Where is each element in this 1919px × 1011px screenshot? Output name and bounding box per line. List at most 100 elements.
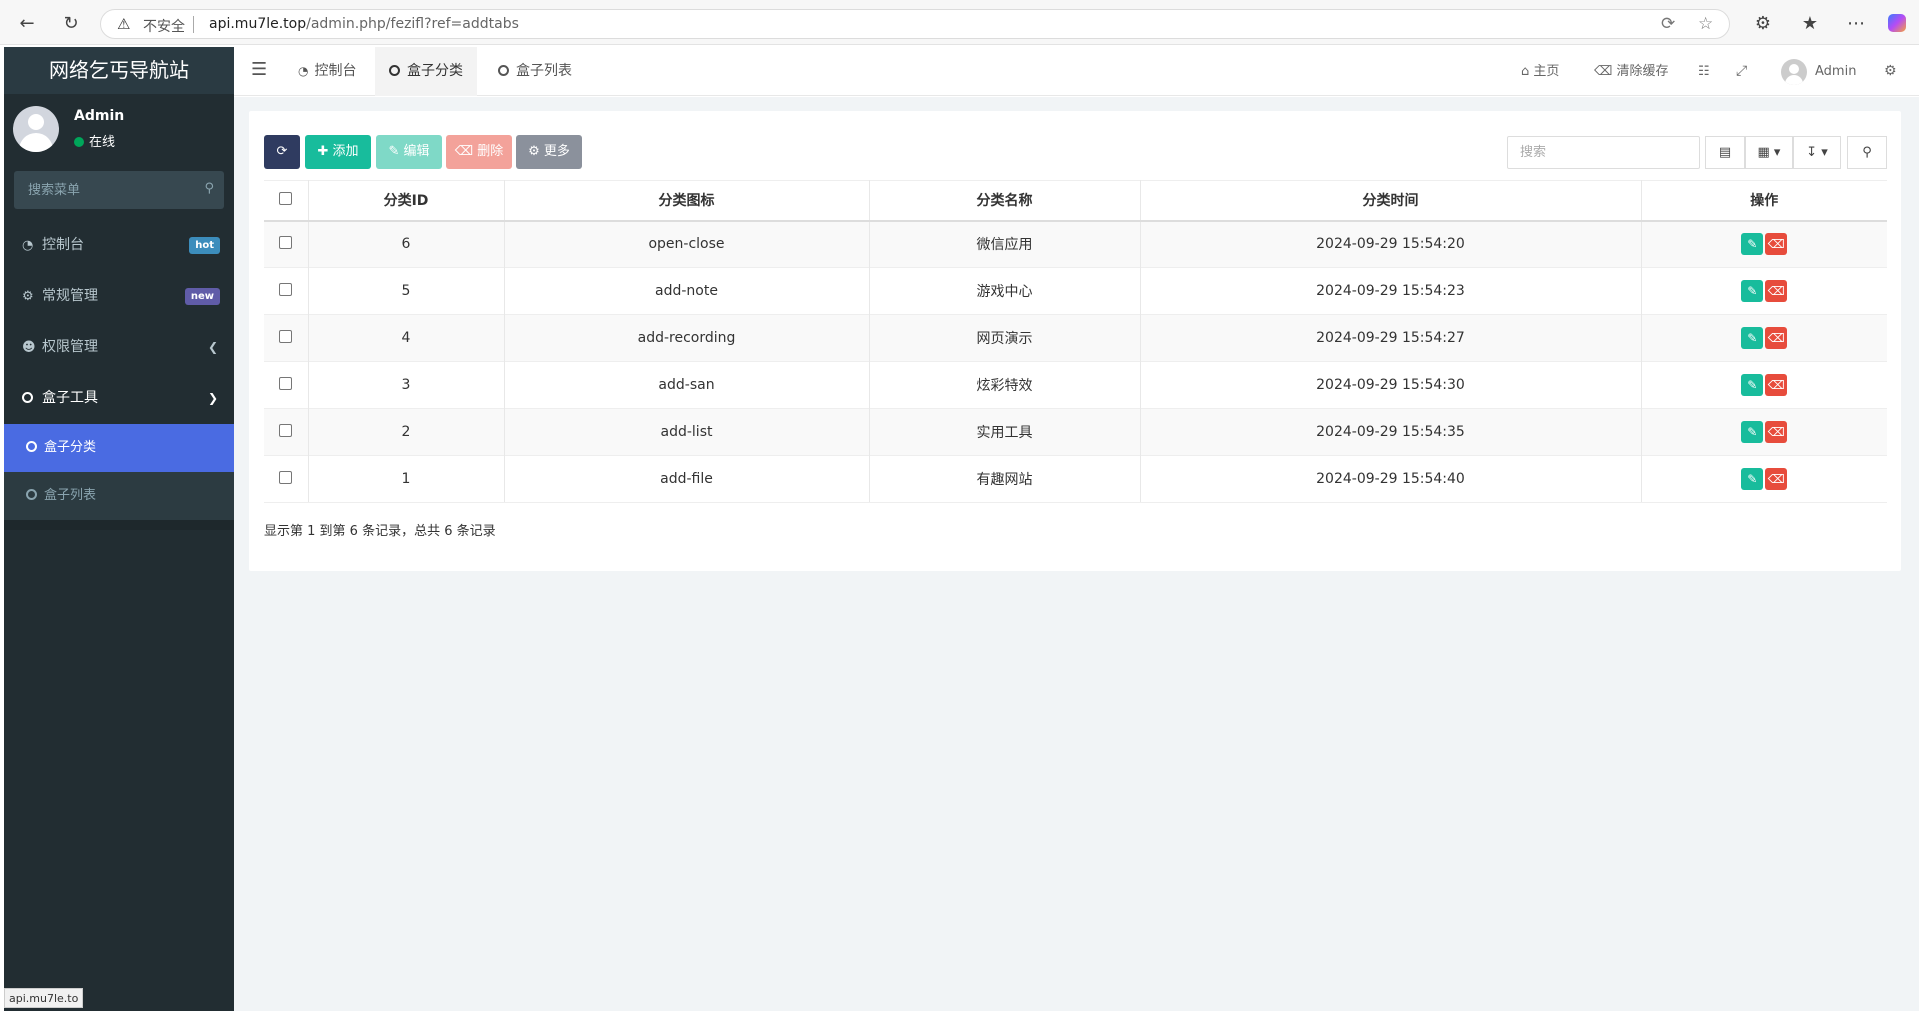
extensions-icon[interactable]: ⚙ <box>1750 10 1776 36</box>
chevron-left-icon: ❮ <box>207 340 218 354</box>
cell-icon: add-san <box>504 361 870 409</box>
delete-row-button[interactable]: ⌫ <box>1765 327 1788 349</box>
language-icon[interactable]: ☷ <box>1698 47 1710 96</box>
table-row[interactable]: 4 add-recording 网页演示 2024-09-29 15:54:27… <box>264 314 1887 362</box>
back-icon[interactable]: ← <box>14 10 40 36</box>
url-path: /admin.php/fezifl?ref=addtabs <box>306 16 519 32</box>
sidebar-item-dashboard[interactable]: ◔ 控制台 hot <box>4 220 234 271</box>
sidebar-item-label: 常规管理 <box>42 288 98 304</box>
fullscreen-icon[interactable]: ⤢ <box>1736 47 1747 96</box>
column-header-name[interactable]: 分类名称 <box>869 180 1141 222</box>
edit-row-button[interactable]: ✎ <box>1741 327 1764 349</box>
edit-button[interactable]: ✎ 编辑 <box>376 135 442 169</box>
row-select-cell <box>264 314 309 362</box>
search-icon[interactable]: ⚲ <box>204 181 214 196</box>
sidebar-search-input[interactable] <box>14 171 194 209</box>
cell-time: 2024-09-29 15:54:35 <box>1140 408 1642 456</box>
cell-time: 2024-09-29 15:54:23 <box>1140 267 1642 315</box>
admin-user-menu[interactable]: Admin <box>1781 47 1856 96</box>
delete-row-button[interactable]: ⌫ <box>1765 233 1788 256</box>
translate-icon[interactable]: ⟳ <box>1661 14 1675 34</box>
category-table: 分类ID 分类图标 分类名称 分类时间 操作 6 open-close 微信应用… <box>264 180 1887 503</box>
cell-name: 微信应用 <box>869 220 1141 268</box>
row-checkbox[interactable] <box>279 235 293 249</box>
box-tools-submenu: 盒子分类 盒子列表 <box>4 424 234 530</box>
sidebar-menu: ◔ 控制台 hot ⚙ 常规管理 new ☻ 权限管理 ❮ 盒子工具 ❯ 盒子分类 盒… <box>4 220 234 530</box>
cell-name: 网页演示 <box>869 314 1141 362</box>
home-link[interactable]: ⌂ 主页 <box>1521 47 1559 96</box>
table-search-input[interactable] <box>1507 136 1700 169</box>
edit-row-button[interactable]: ✎ <box>1741 280 1764 302</box>
edit-row-button[interactable]: ✎ <box>1741 468 1764 490</box>
delete-row-button[interactable]: ⌫ <box>1765 468 1788 490</box>
sidebar-item-box-list[interactable]: 盒子列表 <box>4 472 234 520</box>
delete-button[interactable]: ⌫ 删除 <box>446 135 512 169</box>
table-row[interactable]: 1 add-file 有趣网站 2024-09-29 15:54:40 ✎ ⌫ <box>264 455 1887 503</box>
more-label: 更多 <box>543 144 570 159</box>
export-dropdown-icon[interactable]: ↧ ▾ <box>1793 136 1841 169</box>
copilot-icon[interactable] <box>1884 10 1910 36</box>
cell-id: 6 <box>308 220 505 268</box>
sidebar-item-label: 权限管理 <box>42 339 98 355</box>
sidebar-item-box-tools[interactable]: 盒子工具 ❯ <box>4 373 234 424</box>
column-header-id[interactable]: 分类ID <box>308 180 505 222</box>
sidebar-subitem-label: 盒子列表 <box>44 488 97 503</box>
edit-label: 编辑 <box>403 144 430 159</box>
tab-dashboard[interactable]: ◔ 控制台 <box>284 47 370 96</box>
delete-row-button[interactable]: ⌫ <box>1765 421 1788 443</box>
row-checkbox[interactable] <box>279 376 293 390</box>
insecure-label: 不安全 <box>143 19 185 35</box>
site-logo[interactable]: 网络乞丐导航站 <box>4 47 234 94</box>
toggle-view-icon[interactable]: ▤ <box>1705 136 1745 169</box>
sidebar-item-general[interactable]: ⚙ 常规管理 new <box>4 271 234 322</box>
hot-badge: hot <box>189 237 220 254</box>
row-checkbox[interactable] <box>279 470 293 484</box>
delete-row-button[interactable]: ⌫ <box>1765 374 1788 396</box>
favorites-icon[interactable]: ★ <box>1797 10 1823 36</box>
table-row[interactable]: 6 open-close 微信应用 2024-09-29 15:54:20 ✎ ⌫ <box>264 220 1887 268</box>
row-checkbox[interactable] <box>279 329 293 343</box>
edit-row-button[interactable]: ✎ <box>1741 374 1764 396</box>
new-badge: new <box>184 288 220 305</box>
reload-icon[interactable]: ↻ <box>58 10 84 36</box>
row-checkbox[interactable] <box>279 423 293 437</box>
sidebar-item-auth[interactable]: ☻ 权限管理 ❮ <box>4 322 234 373</box>
sidebar-item-box-category[interactable]: 盒子分类 <box>4 424 234 472</box>
table-row[interactable]: 3 add-san 炫彩特效 2024-09-29 15:54:30 ✎ ⌫ <box>264 361 1887 409</box>
edit-row-button[interactable]: ✎ <box>1741 421 1764 443</box>
browser-toolbar: ← ↻ ⚠ 不安全 api.mu7le.top/admin.php/fezifl… <box>0 0 1919 45</box>
select-all-checkbox[interactable] <box>279 191 293 205</box>
user-status: 在线 <box>74 131 115 150</box>
circle-icon <box>26 489 37 500</box>
cell-id: 4 <box>308 314 505 362</box>
sidebar-search: ⚲ <box>14 171 224 209</box>
address-bar[interactable]: ⚠ 不安全 api.mu7le.top/admin.php/fezifl?ref… <box>100 9 1730 39</box>
columns-dropdown-icon[interactable]: ▦ ▾ <box>1745 136 1793 169</box>
cell-time: 2024-09-29 15:54:40 <box>1140 455 1642 503</box>
cell-name: 实用工具 <box>869 408 1141 456</box>
clear-cache-button[interactable]: ⌫ 清除缓存 <box>1594 47 1669 96</box>
menu-toggle-icon[interactable]: ☰ <box>251 59 267 80</box>
tab-box-category[interactable]: 盒子分类 <box>375 47 477 96</box>
cell-time: 2024-09-29 15:54:30 <box>1140 361 1642 409</box>
table-row[interactable]: 2 add-list 实用工具 2024-09-29 15:54:35 ✎ ⌫ <box>264 408 1887 456</box>
table-row[interactable]: 5 add-note 游戏中心 2024-09-29 15:54:23 ✎ ⌫ <box>264 267 1887 315</box>
column-header-icon[interactable]: 分类图标 <box>504 180 870 222</box>
refresh-button[interactable]: ⟳ <box>264 135 300 169</box>
edit-row-button[interactable]: ✎ <box>1741 233 1764 256</box>
cell-icon: add-file <box>504 455 870 503</box>
column-header-time[interactable]: 分类时间 <box>1140 180 1642 222</box>
cell-name: 游戏中心 <box>869 267 1141 315</box>
more-options-icon[interactable]: ⋯ <box>1843 10 1869 36</box>
row-checkbox[interactable] <box>279 282 293 296</box>
tab-label: 盒子列表 <box>516 63 572 79</box>
url-text[interactable]: api.mu7le.top/admin.php/fezifl?ref=addta… <box>209 16 519 32</box>
search-icon[interactable]: ⚲ <box>1847 136 1887 169</box>
favorite-star-icon[interactable]: ☆ <box>1698 14 1713 34</box>
add-button[interactable]: ✚ 添加 <box>305 135 371 169</box>
home-icon: ⌂ <box>1521 64 1530 79</box>
settings-gear-icon[interactable]: ⚙ <box>1884 47 1897 96</box>
more-button[interactable]: ⚙ 更多 <box>516 135 582 169</box>
tab-box-list[interactable]: 盒子列表 <box>484 47 586 96</box>
delete-row-button[interactable]: ⌫ <box>1765 280 1788 302</box>
